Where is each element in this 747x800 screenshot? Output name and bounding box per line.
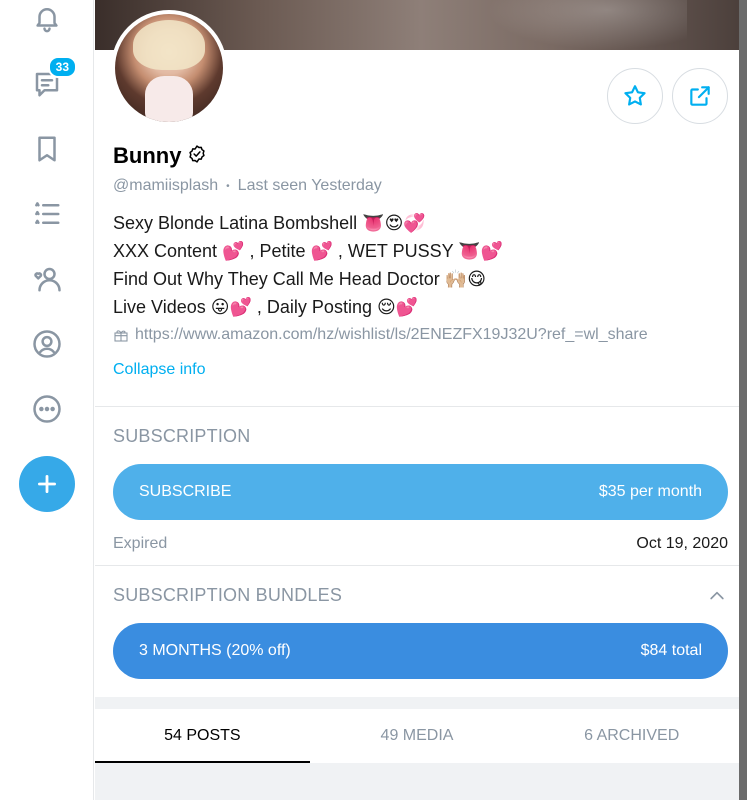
wishlist-link[interactable]: https://www.amazon.com/hz/wishlist/ls/2E…	[135, 326, 648, 344]
collapse-bundles-button[interactable]	[707, 586, 727, 611]
left-nav-rail: 33	[0, 0, 94, 800]
messages-badge: 33	[47, 56, 77, 78]
subscribe-price: $35 per month	[598, 483, 702, 500]
subscribe-button[interactable]: SUBSCRIBE $35 per month	[113, 464, 728, 520]
handle-row: @mamiisplash • Last seen Yesterday	[113, 177, 382, 195]
messages-button[interactable]: 33	[27, 56, 77, 104]
profile-tabs: 54 POSTS 49 MEDIA 6 ARCHIVED	[95, 709, 739, 763]
bookmarks-button[interactable]	[27, 129, 67, 169]
bio-line: XXX Content 💕 , Petite 💕 , WET PUSSY 👅💕	[113, 241, 504, 261]
new-post-button[interactable]	[19, 456, 75, 512]
profile-main: Bunny @mamiisplash • Last seen Yesterday…	[95, 0, 747, 800]
profile-name-row: Bunny	[113, 143, 207, 169]
verified-icon	[187, 144, 207, 169]
feed-background	[95, 763, 739, 800]
divider	[95, 565, 739, 566]
bundles-section-title: SUBSCRIPTION BUNDLES	[113, 585, 343, 605]
avatar-photo	[115, 14, 223, 122]
bundle-label: 3 MONTHS (20% off)	[139, 642, 291, 659]
lists-button[interactable]	[27, 194, 67, 234]
tab-media[interactable]: 49 MEDIA	[310, 709, 525, 763]
profile-button[interactable]	[27, 324, 67, 364]
expired-label: Expired	[113, 535, 168, 552]
bundle-button[interactable]: 3 MONTHS (20% off) $84 total	[113, 623, 728, 679]
bookmark-icon	[38, 136, 56, 162]
last-seen: Last seen Yesterday	[237, 177, 382, 194]
notifications-button[interactable]	[27, 0, 67, 38]
subscribe-label: SUBSCRIBE	[139, 483, 232, 500]
separator-dot: •	[226, 180, 230, 192]
chevron-up-icon	[710, 591, 724, 600]
expired-date: Oct 19, 2020	[636, 535, 728, 552]
profile-icon	[33, 330, 61, 358]
star-icon	[624, 85, 646, 106]
scrollbar[interactable]	[739, 0, 747, 800]
bell-icon	[36, 8, 58, 33]
subscription-section-title: SUBSCRIPTION	[113, 426, 251, 446]
lists-icon	[35, 202, 60, 224]
profile-handle: @mamiisplash	[113, 177, 219, 194]
tab-posts[interactable]: 54 POSTS	[95, 709, 310, 763]
profile-name: Bunny	[113, 143, 182, 168]
divider	[95, 406, 739, 407]
more-icon	[33, 395, 61, 423]
bundle-price: $84 total	[640, 642, 702, 659]
section-separator	[95, 697, 739, 709]
more-button[interactable]	[27, 389, 67, 429]
collapse-info-link[interactable]: Collapse info	[113, 361, 206, 379]
bio-line: Find Out Why They Call Me Head Doctor 🙌🏼…	[113, 269, 486, 289]
favorite-button[interactable]	[607, 68, 663, 124]
bio-line: Sexy Blonde Latina Bombshell 👅😍💞	[113, 213, 426, 233]
avatar[interactable]	[111, 10, 227, 126]
bio-line: Live Videos 😛💕 , Daily Posting 😌💕	[113, 297, 419, 317]
wishlist-link-row: https://www.amazon.com/hz/wishlist/ls/2E…	[113, 326, 648, 344]
share-button[interactable]	[672, 68, 728, 124]
tab-archived[interactable]: 6 ARCHIVED	[524, 709, 739, 763]
subscriptions-button[interactable]	[27, 259, 67, 299]
add-icon	[38, 475, 56, 493]
share-icon	[690, 86, 710, 106]
expired-row: Expired Oct 19, 2020	[113, 535, 728, 553]
gift-icon	[114, 330, 128, 342]
profile-bio: Sexy Blonde Latina Bombshell 👅😍💞 XXX Con…	[113, 209, 503, 321]
subscriptions-icon	[34, 267, 61, 292]
